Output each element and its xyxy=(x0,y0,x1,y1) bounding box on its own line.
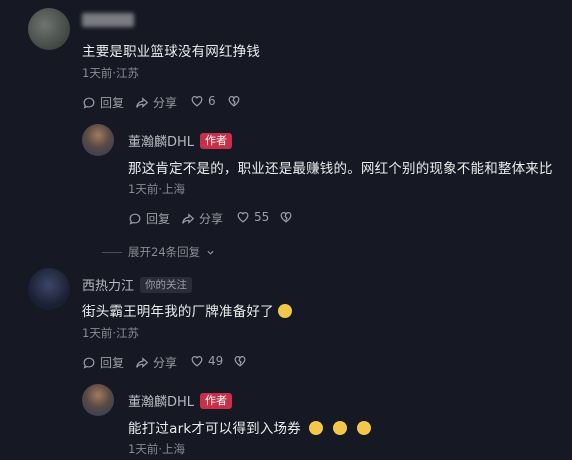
like-button[interactable]: 55 xyxy=(236,210,269,224)
author-badge: 作者 xyxy=(200,392,233,409)
comment-icon xyxy=(83,97,95,109)
author-name[interactable]: 董瀚麟DHL xyxy=(128,391,194,410)
chevron-down-icon xyxy=(207,250,214,255)
commenter-name[interactable]: 西热力江 xyxy=(82,275,134,294)
grin-emoji-icon xyxy=(277,304,292,318)
comment-meta: 1天前·江苏 xyxy=(82,66,139,80)
reply-label: 回复 xyxy=(146,212,171,226)
share-button[interactable]: 分享 xyxy=(181,210,223,227)
reply-meta: 1天前·上海 xyxy=(128,182,185,196)
reply-text: 能打过ark才可以得到入场券 xyxy=(128,417,371,437)
author-avatar[interactable] xyxy=(82,124,114,156)
share-label: 分享 xyxy=(153,356,178,370)
heart-icon xyxy=(191,96,203,107)
share-button[interactable]: 分享 xyxy=(135,94,177,111)
like-button[interactable]: 49 xyxy=(190,354,223,368)
following-badge: 你的关注 xyxy=(140,276,193,293)
broken-heart-icon xyxy=(234,356,246,367)
like-count: 6 xyxy=(208,94,216,108)
broken-heart-icon xyxy=(280,212,292,223)
commenter-name-blurred xyxy=(82,13,134,27)
dislike-button[interactable] xyxy=(279,210,293,224)
author-name[interactable]: 董瀚麟DHL xyxy=(128,131,194,150)
dislike-button[interactable] xyxy=(233,354,247,368)
share-icon xyxy=(136,96,149,108)
author-avatar[interactable] xyxy=(82,384,114,416)
avatar[interactable] xyxy=(28,8,70,50)
comment-text: 主要是职业篮球没有网红挣钱 xyxy=(82,44,261,60)
reply-meta: 1天前·上海 xyxy=(128,442,185,456)
broken-heart-icon xyxy=(228,96,240,107)
expand-label: 展开24条回复 xyxy=(128,245,201,259)
reply-button[interactable]: 回复 xyxy=(128,210,170,227)
dislike-button[interactable] xyxy=(227,94,241,108)
share-label: 分享 xyxy=(153,96,178,110)
like-count: 49 xyxy=(208,354,224,368)
comment-text: 街头霸王明年我的厂牌准备好了 xyxy=(82,300,292,320)
reply-button[interactable]: 回复 xyxy=(82,354,124,371)
heart-icon xyxy=(191,356,203,367)
dazed-emoji-icon xyxy=(356,421,371,435)
heart-icon xyxy=(237,212,249,223)
comment-text-body: 街头霸王明年我的厂牌准备好了 xyxy=(82,304,274,320)
reply-text: 那这肯定不是的，职业还是最赚钱的。网红个别的现象不能和整体来比 xyxy=(128,161,553,177)
dazed-emoji-icon xyxy=(308,421,323,435)
reply-button[interactable]: 回复 xyxy=(82,94,124,111)
reply-label: 回复 xyxy=(100,356,125,370)
reply-text-body: 能打过ark才可以得到入场券 xyxy=(128,421,301,437)
avatar[interactable] xyxy=(28,268,70,310)
share-button[interactable]: 分享 xyxy=(135,354,177,371)
author-badge: 作者 xyxy=(200,132,233,149)
comment-meta: 1天前·江苏 xyxy=(82,326,139,340)
dazed-emoji-icon xyxy=(332,421,347,435)
like-button[interactable]: 6 xyxy=(190,94,216,108)
share-label: 分享 xyxy=(199,212,224,226)
share-icon xyxy=(136,356,149,368)
like-count: 55 xyxy=(254,210,270,224)
divider xyxy=(102,251,122,253)
reply-label: 回复 xyxy=(100,96,125,110)
share-icon xyxy=(182,212,195,224)
expand-replies-button[interactable]: 展开24条回复 xyxy=(102,244,215,260)
comment-icon xyxy=(129,213,141,225)
comment-icon xyxy=(83,357,95,369)
